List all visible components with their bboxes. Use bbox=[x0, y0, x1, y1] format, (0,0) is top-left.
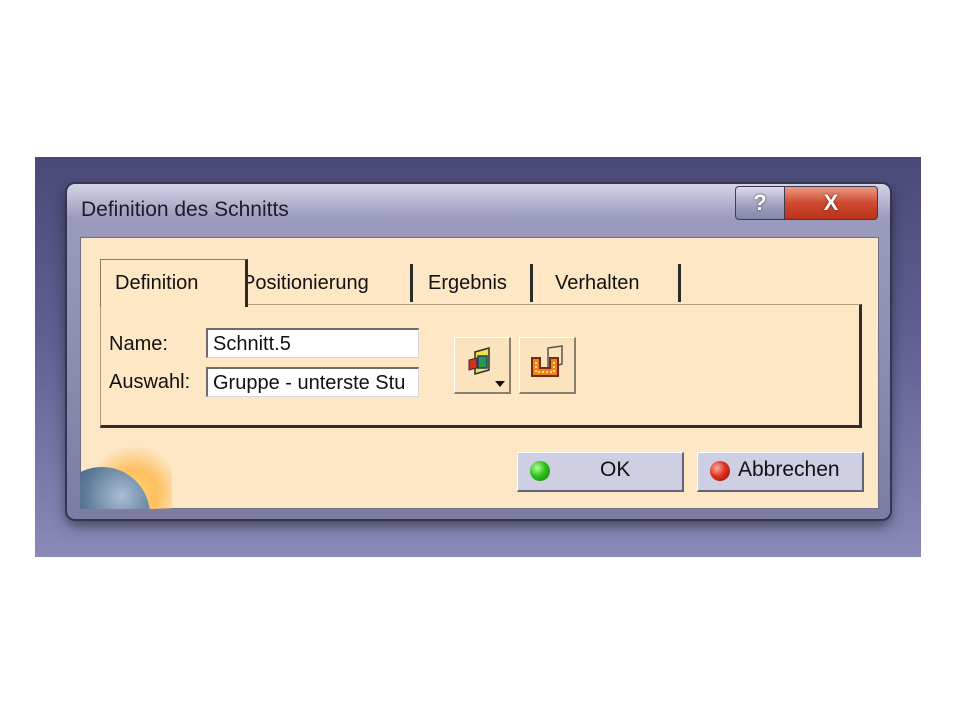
help-button[interactable]: ? bbox=[735, 186, 785, 220]
red-dot-icon bbox=[710, 461, 730, 481]
section-plane-icon bbox=[465, 346, 499, 385]
selection-field[interactable]: Gruppe - unterste Stu bbox=[206, 367, 419, 397]
selection-label: Auswahl: bbox=[109, 371, 191, 393]
tab-ergebnis[interactable]: Ergebnis bbox=[414, 264, 533, 302]
tab-verhalten[interactable]: Verhalten bbox=[541, 264, 681, 302]
dialog-title: Definition des Schnitts bbox=[81, 198, 289, 221]
cancel-button[interactable]: Abbrechen bbox=[697, 452, 864, 492]
catia-logo-globe bbox=[80, 447, 172, 509]
section-plane-button[interactable] bbox=[454, 337, 511, 394]
definition-panel: Name: Schnitt.5 Auswahl: Gruppe - unters… bbox=[100, 304, 862, 428]
ok-button[interactable]: OK bbox=[517, 452, 684, 492]
tab-definition[interactable]: Definition bbox=[100, 259, 248, 307]
section-profile-button[interactable] bbox=[519, 337, 576, 394]
close-button[interactable]: X bbox=[784, 186, 878, 220]
green-dot-icon bbox=[530, 461, 550, 481]
section-definition-dialog: Definition des Schnitts ? X Definition P… bbox=[67, 184, 890, 519]
cancel-label: Abbrechen bbox=[738, 458, 840, 481]
ok-label: OK bbox=[600, 458, 631, 481]
dropdown-arrow-icon[interactable] bbox=[495, 381, 505, 387]
name-field[interactable]: Schnitt.5 bbox=[206, 328, 419, 358]
dialog-body: Definition Positionierung Ergebnis Verha… bbox=[80, 237, 879, 509]
tab-positionierung[interactable]: Positionierung bbox=[228, 264, 413, 302]
section-profile-icon bbox=[528, 344, 566, 387]
name-label: Name: bbox=[109, 333, 168, 355]
